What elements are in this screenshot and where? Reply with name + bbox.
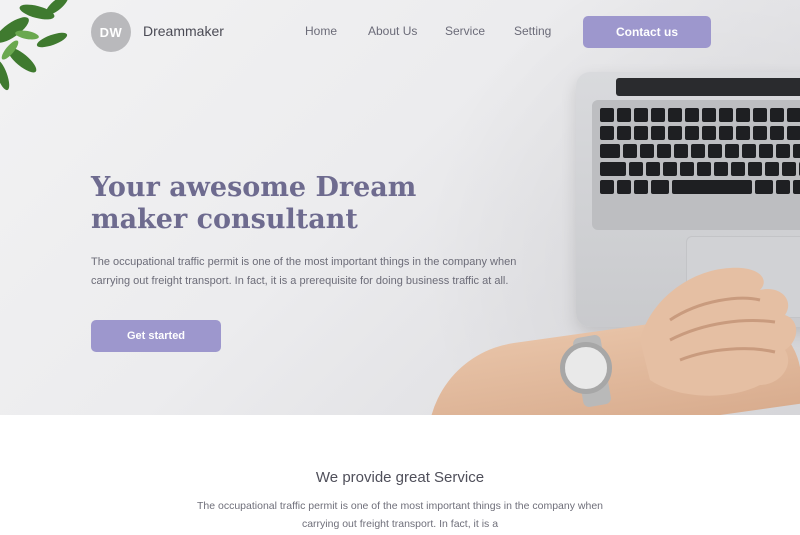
service-description: The occupational traffic permit is one o…: [196, 500, 604, 530]
service-title: We provide great Service: [315, 469, 485, 486]
hands-image: [640, 267, 797, 396]
nav-setting[interactable]: Setting: [514, 24, 551, 38]
logo[interactable]: DW: [91, 12, 131, 52]
watch-image: [560, 342, 612, 394]
nav-service[interactable]: Service: [445, 24, 485, 38]
nav-about-us[interactable]: About Us: [368, 24, 417, 38]
laptop-keyboard: [592, 100, 800, 230]
plant-image: [0, 0, 69, 91]
keyboard-keys: [600, 108, 800, 194]
get-started-button[interactable]: Get started: [91, 320, 221, 352]
brand-name[interactable]: Dreammaker: [143, 23, 224, 39]
laptop-hinge: [616, 78, 800, 96]
contact-us-button[interactable]: Contact us: [583, 16, 711, 48]
hero-title: Your awesome Dream maker consultant: [91, 172, 417, 235]
nav-home[interactable]: Home: [305, 24, 337, 38]
hero-section: DW Dreammaker Home About Us Service Sett…: [0, 0, 800, 415]
hero-description: The occupational traffic permit is one o…: [91, 256, 517, 287]
